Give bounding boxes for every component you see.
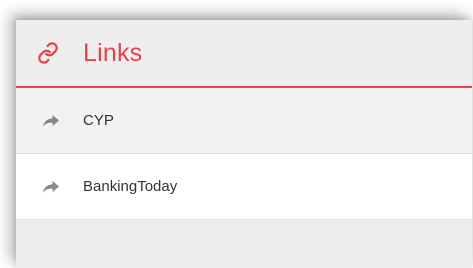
links-widget: Links CYP BankingToday bbox=[16, 20, 472, 268]
link-label[interactable]: BankingToday bbox=[83, 178, 177, 195]
share-arrow-icon bbox=[43, 114, 59, 128]
links-widget-header: Links bbox=[16, 20, 472, 88]
link-item-bankingtoday[interactable]: BankingToday bbox=[16, 154, 472, 220]
link-icon bbox=[37, 42, 59, 64]
link-item-cyp[interactable]: CYP bbox=[16, 88, 472, 154]
link-label[interactable]: CYP bbox=[83, 112, 114, 129]
screenshot-stage: Links CYP BankingToday bbox=[0, 0, 473, 268]
share-arrow-icon bbox=[43, 180, 59, 194]
links-widget-title: Links bbox=[83, 38, 143, 67]
links-widget-footer bbox=[16, 220, 472, 266]
